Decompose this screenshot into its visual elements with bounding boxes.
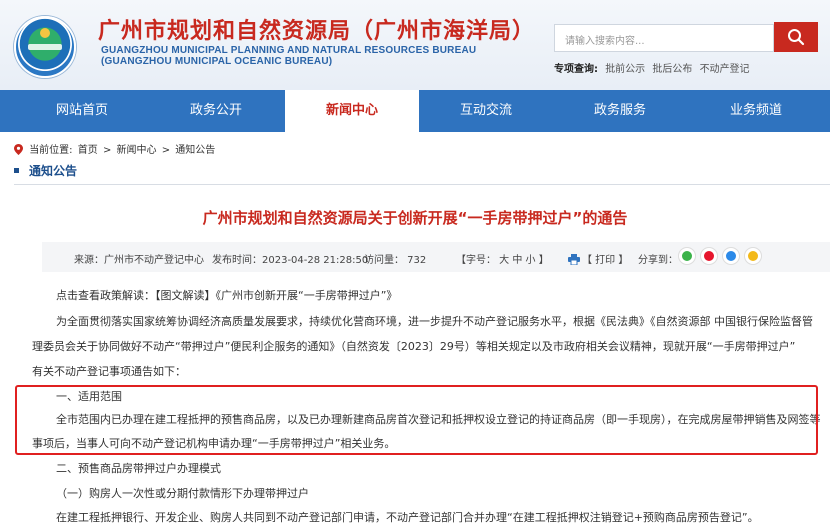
breadcrumb-news[interactable]: 新闻中心 (117, 145, 157, 156)
share-qq[interactable] (722, 247, 740, 265)
breadcrumb-separator: > (161, 145, 171, 156)
logo-emblem-bar (28, 44, 62, 50)
article-views: 访问量： 732 (364, 255, 427, 266)
font-size-control[interactable]: 【字号： 大 中 小 】 (456, 251, 549, 266)
breadcrumb-separator: > (102, 145, 112, 156)
quick-link-real-estate[interactable]: 不动产登记 (700, 64, 750, 75)
share-weibo[interactable] (700, 247, 718, 265)
nav-item-business[interactable]: 业务频道 (694, 90, 818, 132)
breadcrumb-notices[interactable]: 通知公告 (175, 145, 215, 156)
share-qzone[interactable] (744, 247, 762, 265)
section-heading-mode: 二、预售商品房带押过户办理模式 (56, 462, 221, 475)
article-meta-bar: 来源：广州市不动产登记中心 发布时间：2023-04-28 21:28:50 访… (42, 242, 830, 272)
weibo-icon (704, 251, 714, 261)
nav-item-home[interactable]: 网站首页 (20, 90, 144, 132)
bureau-name-en: GUANGZHOU MUNICIPAL PLANNING AND NATURAL… (101, 45, 477, 56)
main-nav: 网站首页 政务公开 新闻中心 互动交流 政务服务 业务频道 (0, 90, 830, 132)
qq-icon (726, 251, 736, 261)
bureau-logo[interactable] (14, 16, 76, 78)
section-divider (14, 184, 830, 185)
logo-emblem-dot (40, 28, 50, 38)
site-header: 广州市规划和自然资源局（广州市海洋局） GUANGZHOU MUNICIPAL … (0, 0, 830, 90)
print-button[interactable]: 【 打印 】 (568, 251, 628, 266)
section-title-text: 通知公告 (29, 164, 78, 178)
quick-query: 专项查询: 批前公示 批后公布 不动产登记 (554, 60, 750, 75)
article-title: 广州市规划和自然资源局关于创新开展“一手房带押过户”的通告 (202, 209, 628, 227)
nav-item-gov-affairs[interactable]: 政务公开 (154, 90, 278, 132)
search-input[interactable]: 请输入搜索内容... (554, 24, 774, 52)
highlight-box (15, 385, 818, 455)
quick-query-label: 专项查询: (554, 64, 598, 75)
breadcrumb-home[interactable]: 首页 (78, 145, 98, 156)
article-paragraph: 有关不动产登记事项通告如下： (32, 365, 186, 378)
bureau-name-cn: 广州市规划和自然资源局（广州市海洋局） (98, 19, 536, 44)
article-paragraph: 在建工程抵押银行、开发企业、购房人共同到不动产登记部门申请，不动产登记部门合并办… (56, 511, 759, 524)
nav-item-interaction[interactable]: 互动交流 (424, 90, 548, 132)
subsection-heading: （一）购房人一次性或分期付款情形下办理带押过户 (56, 487, 309, 500)
location-pin-icon (14, 144, 23, 155)
bureau-name-en-sub: (GUANGZHOU MUNICIPAL OCEANIC BUREAU) (101, 56, 333, 67)
policy-interpretation-link[interactable]: 点击查看政策解读：【图文解读】《广州市创新开展“一手房带押过户”》 (56, 287, 830, 303)
search-button[interactable] (774, 22, 818, 52)
article-source: 来源：广州市不动产登记中心 (74, 255, 204, 266)
search-icon (788, 29, 805, 46)
print-label: 【 打印 】 (582, 255, 629, 266)
breadcrumb-prefix: 当前位置: (29, 145, 73, 156)
section-marker (14, 168, 19, 173)
print-icon (568, 254, 580, 265)
article-paragraph: 为全面贯彻落实国家统筹协调经济高质量发展要求，持续优化营商环境，进一步提升不动产… (56, 315, 813, 328)
qzone-icon (748, 251, 758, 261)
section-title: 通知公告 (14, 162, 77, 179)
article-paragraph: 理委员会关于协同做好不动产“带押过户”便民利企服务的通知》（自然资发〔2023〕… (32, 340, 796, 353)
nav-item-services[interactable]: 政务服务 (558, 90, 682, 132)
wechat-icon (682, 251, 692, 261)
quick-link-post-approval[interactable]: 批后公布 (652, 64, 692, 75)
breadcrumb: 当前位置: 首页 > 新闻中心 > 通知公告 (14, 141, 217, 156)
article-published-time: 发布时间：2023-04-28 21:28:50 (212, 255, 369, 266)
nav-item-news[interactable]: 新闻中心 (285, 90, 419, 132)
quick-link-pre-approval[interactable]: 批前公示 (605, 64, 645, 75)
share-label: 分享到： (638, 255, 678, 266)
share-wechat[interactable] (678, 247, 696, 265)
